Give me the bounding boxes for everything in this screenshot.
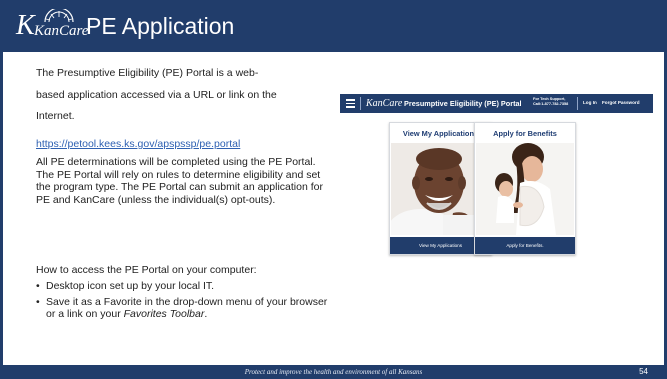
- logo-wordmark: KanCare: [34, 23, 89, 39]
- log-in-link[interactable]: Log In: [583, 100, 597, 106]
- favorites-toolbar-emphasis: Favorites Toolbar: [123, 308, 205, 321]
- bullet-text-end: .: [204, 308, 208, 321]
- portal-url-link[interactable]: https://petool.kees.ks.gov/apspssp/pe.po…: [36, 138, 240, 151]
- forgot-password-link[interactable]: Forgot Password: [602, 100, 640, 106]
- bullet-text: Desktop icon set up by your local IT.: [46, 280, 215, 292]
- bullet-icon: •: [36, 295, 40, 308]
- hamburger-menu-icon[interactable]: [346, 99, 355, 108]
- apply-for-benefits-button[interactable]: Apply for Benefits.: [475, 237, 575, 254]
- card-title: Apply for Benefits: [493, 129, 557, 138]
- portal-logo: KanCare: [366, 98, 403, 109]
- tech-support-info: For Tech Support, Call:1-877-782-7358: [533, 97, 573, 107]
- frame-left-border: [0, 52, 3, 365]
- footer-tagline: Protect and improve the health and envir…: [244, 368, 423, 376]
- pe-determinations-paragraph: All PE determinations will be completed …: [36, 156, 323, 206]
- list-item: • Desktop icon set up by your local IT.: [36, 280, 336, 293]
- intro-line-1: The Presumptive Eligibility (PE) Portal …: [36, 67, 259, 79]
- how-to-access-heading: How to access the PE Portal on your comp…: [36, 264, 257, 276]
- portal-nav-bar: KanCare Presumptive Eligibility (PE) Por…: [340, 94, 653, 113]
- list-item: • Save it as a Favorite in the drop-down…: [36, 296, 336, 321]
- intro-line-2: based application accessed via a URL or …: [36, 89, 277, 101]
- support-line-2: Call:1-877-782-7358: [533, 102, 569, 106]
- access-methods-list: • Desktop icon set up by your local IT. …: [36, 280, 336, 324]
- bullet-icon: •: [36, 280, 40, 292]
- nav-divider: [360, 97, 361, 110]
- logo-letter-k: K: [16, 10, 35, 41]
- apply-benefits-card[interactable]: Apply for Benefits Apply for Benefits.: [474, 122, 576, 255]
- nav-divider: [577, 97, 578, 110]
- kancare-logo: K KanCare: [16, 9, 88, 45]
- page-title: PE Application: [86, 13, 235, 39]
- sunburst-icon: [44, 9, 74, 23]
- mother-and-child-photo-icon: [476, 143, 574, 235]
- page-number: 54: [639, 367, 648, 376]
- intro-line-3: Internet.: [36, 110, 75, 122]
- slide: K KanCare PE Application The Presumptive…: [0, 0, 667, 379]
- portal-title: Presumptive Eligibility (PE) Portal: [404, 99, 522, 108]
